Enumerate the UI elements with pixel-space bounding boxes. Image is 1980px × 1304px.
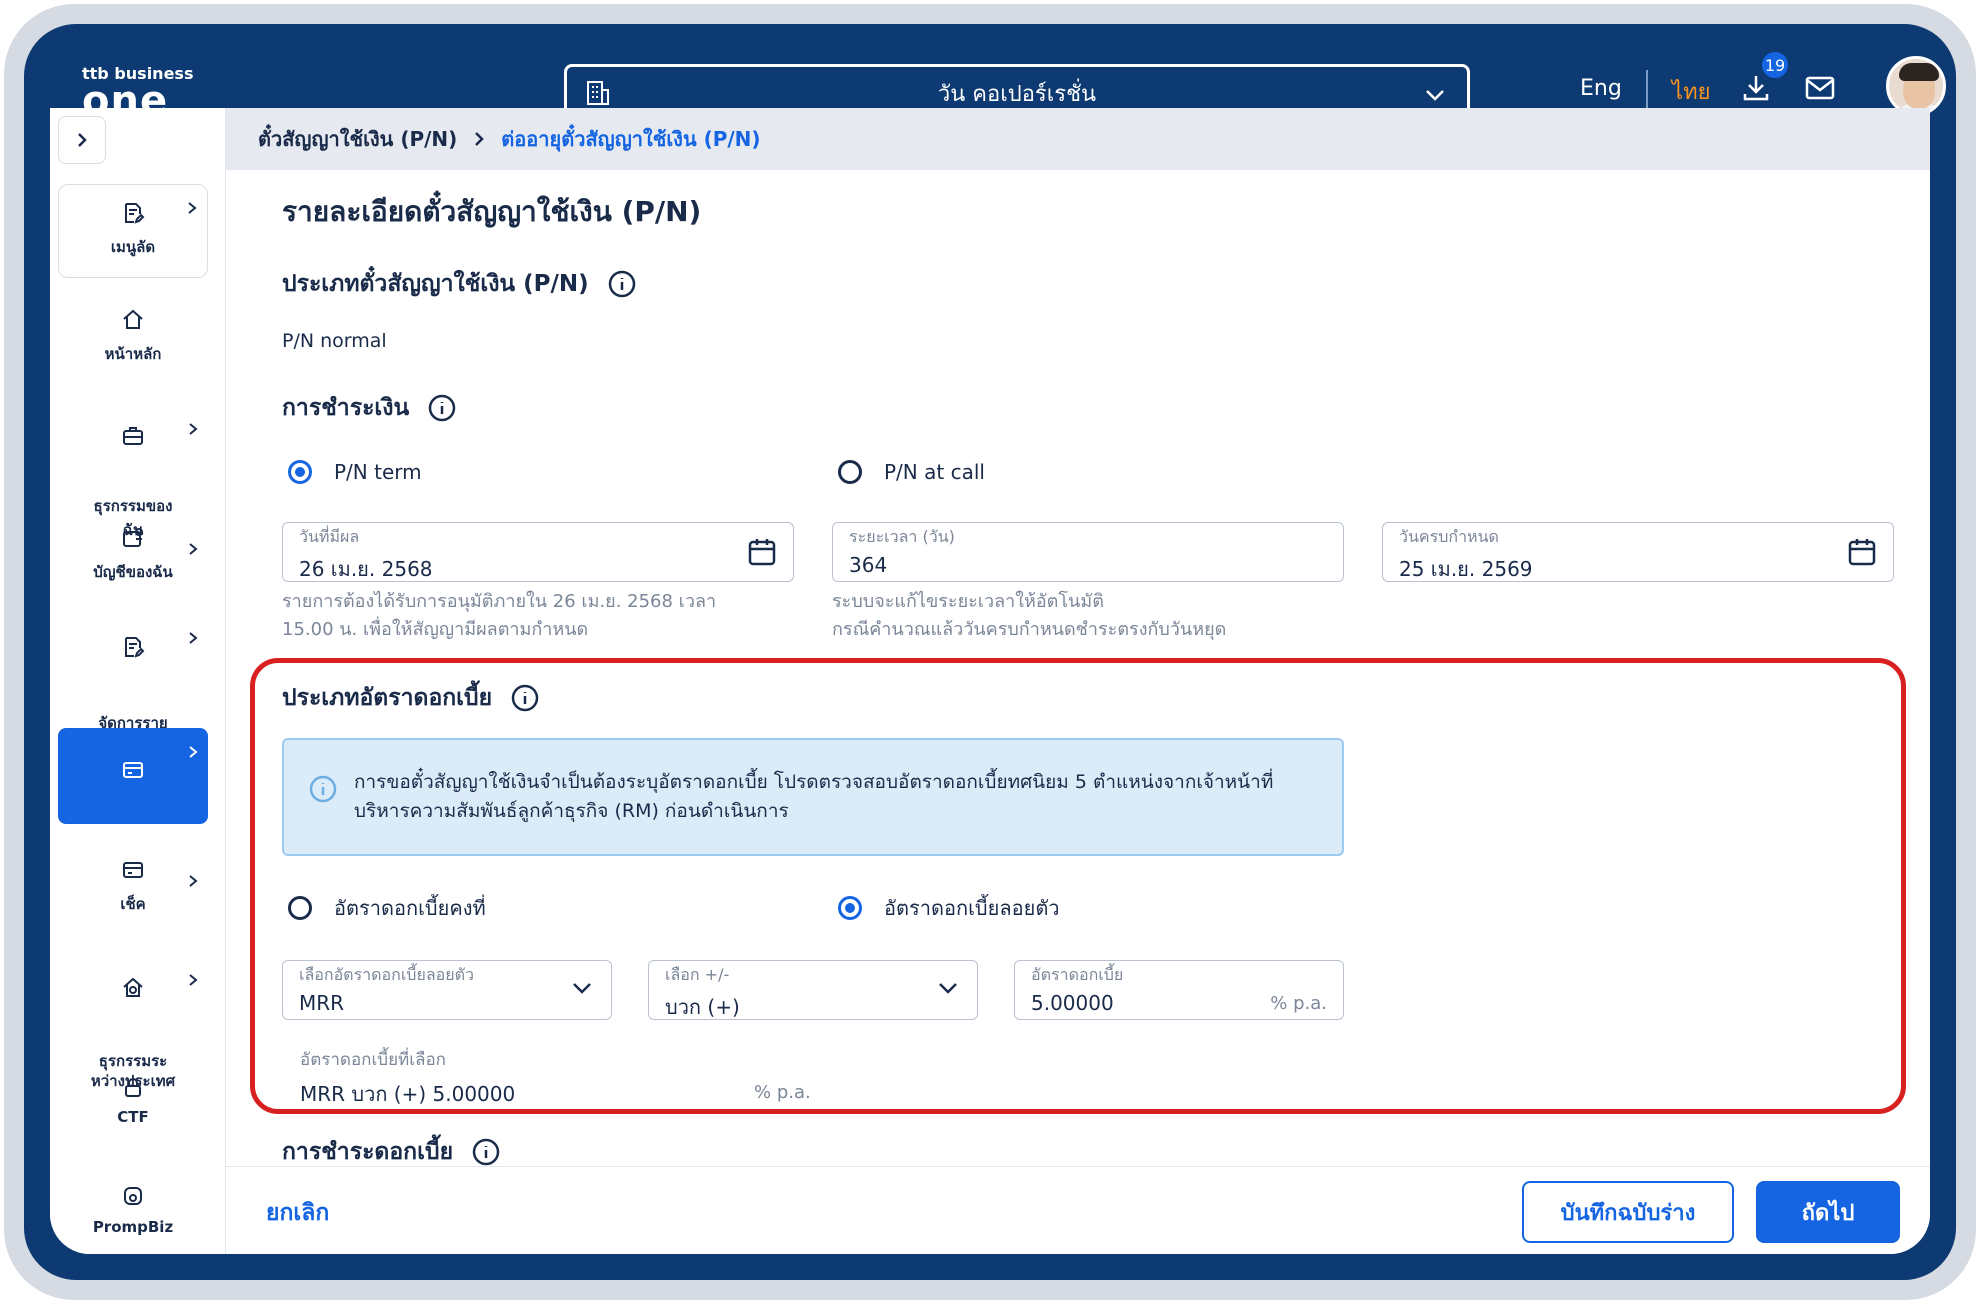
pn-type-heading: ประเภทตั๋วสัญญาใช้เงิน (P/N) xyxy=(282,266,637,302)
field-label: ระยะเวลา (วัน) xyxy=(849,527,955,546)
radio-label: P/N term xyxy=(334,460,422,484)
highlight-annotation xyxy=(250,658,1906,1114)
radio-dot xyxy=(838,460,862,484)
company-name: วัน คอเปอร์เรชั่น xyxy=(937,81,1097,107)
payment-heading: การชำระเงิน xyxy=(282,390,457,426)
radio-pn-at-call[interactable]: P/N at call xyxy=(838,460,985,484)
duration-field[interactable]: ระยะเวลา (วัน) 364 xyxy=(832,522,1344,582)
info-icon[interactable] xyxy=(427,393,457,423)
sidebar-item-label: เช็ค xyxy=(120,895,146,913)
effective-date-field[interactable]: วันที่มีผล 26 เม.ย. 2568 xyxy=(282,522,794,582)
lang-divider xyxy=(1646,70,1648,108)
sidebar-item-ctf[interactable]: CTF xyxy=(58,1076,208,1126)
calendar-icon[interactable] xyxy=(747,537,777,571)
field-value: 26 เม.ย. 2568 xyxy=(299,557,433,581)
radio-dot xyxy=(288,460,312,484)
sidebar-item-label: หน้าหลัก xyxy=(104,345,162,363)
calendar-icon[interactable] xyxy=(1847,537,1877,571)
page-title: รายละเอียดตั๋วสัญญาใช้เงิน (P/N) xyxy=(282,195,702,228)
breadcrumb-current: ต่ออายุตั๋วสัญญาใช้เงิน (P/N) xyxy=(501,127,761,151)
field-value: 364 xyxy=(849,553,888,577)
next-button[interactable]: ถัดไป xyxy=(1756,1181,1900,1243)
chevron-right-icon xyxy=(186,542,200,560)
field-label: วันที่มีผล xyxy=(299,527,360,546)
chevron-right-icon xyxy=(186,422,200,440)
action-footer: ยกเลิก บันทึกฉบับร่าง ถัดไป xyxy=(226,1166,1930,1254)
sidebar: เมนูลัด หน้าหลัก ธุรกรรมของ ฉัน บัญชีของ… xyxy=(50,108,226,1254)
save-draft-button[interactable]: บันทึกฉบับร่าง xyxy=(1522,1181,1734,1243)
promptbiz-icon xyxy=(58,1184,208,1212)
interest-payment-heading: การชำระดอกเบี้ย xyxy=(282,1134,501,1170)
cancel-button[interactable]: ยกเลิก xyxy=(266,1195,329,1231)
interest-payment-heading-text: การชำระดอกเบี้ย xyxy=(282,1139,454,1165)
sidebar-item-prompbiz[interactable]: PrompBiz xyxy=(58,1184,208,1236)
sidebar-item-international[interactable]: ธุรกรรมระ หว่างประเทศ xyxy=(58,956,208,1091)
radio-pn-term[interactable]: P/N term xyxy=(288,460,422,484)
lang-english[interactable]: Eng xyxy=(1580,76,1622,101)
radio-label: P/N at call xyxy=(884,460,985,484)
chevron-right-icon xyxy=(186,744,200,764)
sidebar-item-label: CTF xyxy=(117,1108,149,1126)
sidebar-item-my-transactions[interactable]: ธุรกรรมของ ฉัน xyxy=(58,406,208,542)
chevron-right-icon xyxy=(186,874,200,892)
lock-icon xyxy=(58,1076,208,1102)
effective-date-hint: รายการต้องได้รับการอนุมัติภายใน 26 เม.ย.… xyxy=(282,591,717,640)
payment-heading-text: การชำระเงิน xyxy=(282,395,410,421)
breadcrumb-parent[interactable]: ตั๋วสัญญาใช้เงิน (P/N) xyxy=(258,123,457,155)
mail-icon[interactable] xyxy=(1804,74,1836,106)
chevron-right-icon xyxy=(471,130,487,148)
pn-type-heading-text: ประเภทตั๋วสัญญาใช้เงิน (P/N) xyxy=(282,271,589,297)
chevron-right-icon xyxy=(186,630,200,651)
sidebar-item-label: เมนูลัด xyxy=(110,238,156,256)
download-badge: 19 xyxy=(1760,50,1790,80)
field-value: 25 เม.ย. 2569 xyxy=(1399,557,1533,581)
maturity-date-field[interactable]: วันครบกำหนด 25 เม.ย. 2569 xyxy=(1382,522,1894,582)
home-icon xyxy=(58,308,208,336)
info-icon[interactable] xyxy=(607,269,637,299)
info-icon[interactable] xyxy=(471,1137,501,1167)
sidebar-item-home[interactable]: หน้าหลัก xyxy=(58,308,208,366)
sidebar-item-shortcut-menu[interactable]: เมนูลัด xyxy=(58,184,208,278)
breadcrumb: ตั๋วสัญญาใช้เงิน (P/N) ต่ออายุตั๋วสัญญาใ… xyxy=(226,108,1930,170)
avatar[interactable] xyxy=(1886,56,1946,116)
lang-thai[interactable]: ไทย xyxy=(1672,74,1710,109)
sidebar-item-my-accounts[interactable]: บัญชีของฉัน xyxy=(58,526,208,584)
sidebar-expand-button[interactable] xyxy=(58,116,106,164)
chevron-right-icon xyxy=(186,972,200,992)
duration-hint: ระบบจะแก้ไขระยะเวลาให้อัตโนมัติ กรณีคำนว… xyxy=(832,591,1227,640)
chevron-right-icon xyxy=(185,201,199,219)
pn-type-value: P/N normal xyxy=(282,330,387,352)
sidebar-item-my-loans[interactable]: สินเชื่อของ ฉัน xyxy=(58,728,208,872)
sidebar-item-label: PrompBiz xyxy=(92,1218,174,1236)
field-label: วันครบกำหนด xyxy=(1399,527,1499,546)
sidebar-item-cheque[interactable]: เช็ค xyxy=(58,858,208,916)
sidebar-item-label: บัญชีของฉัน xyxy=(93,563,173,581)
